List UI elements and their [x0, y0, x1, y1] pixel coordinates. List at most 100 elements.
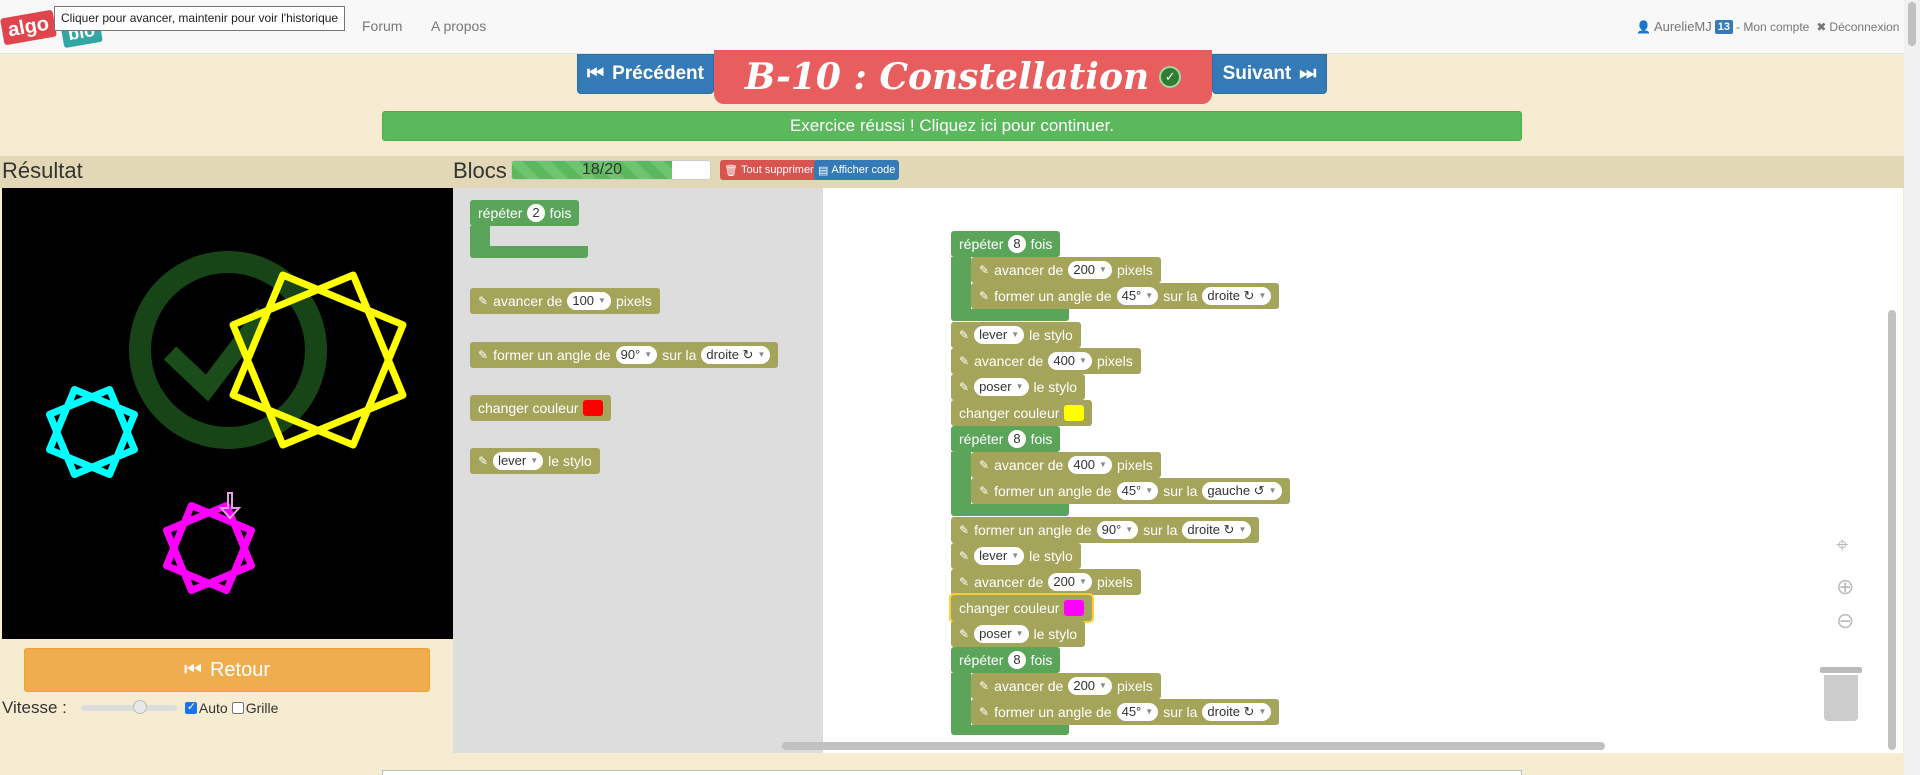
toolbox-advance-block[interactable]: ✎ avancer de 100 ▼ pixels — [470, 288, 660, 314]
advance-value[interactable]: 400 ▼ — [1068, 456, 1112, 474]
advance-value-text: 400 — [1073, 457, 1096, 472]
pen-icon: ✎ — [979, 289, 990, 303]
repeat-count[interactable]: 8 — [1008, 651, 1026, 669]
back-button[interactable]: ⏮ Retour — [24, 648, 430, 692]
chevron-down-icon: ▼ — [1268, 486, 1277, 495]
turn-direction[interactable]: gauche ↺ ▼ — [1202, 482, 1282, 500]
pen-dropdown[interactable]: lever ▼ — [974, 547, 1025, 565]
repeat-count[interactable]: 8 — [1008, 430, 1026, 448]
nav-forum[interactable]: Forum — [362, 18, 402, 34]
repeat-bottom — [470, 246, 588, 258]
advance-value[interactable]: 200 ▼ — [1068, 261, 1112, 279]
page-scrollbar-thumb[interactable] — [1908, 2, 1916, 46]
recenter-icon[interactable]: ⌖ — [1836, 532, 1848, 558]
workspace-advance-block[interactable]: ✎ avancer de 200 ▼ pixels — [971, 257, 1161, 283]
workspace-color-block[interactable]: changer couleur — [951, 400, 1093, 426]
turn-angle[interactable]: 45° ▼ — [1116, 703, 1159, 721]
turn-direction[interactable]: droite ↻ ▼ — [1202, 703, 1272, 721]
advance-value[interactable]: 400 ▼ — [1048, 352, 1092, 370]
advance-value-text: 200 — [1053, 574, 1076, 589]
turn-angle[interactable]: 45° ▼ — [1116, 482, 1159, 500]
chevron-down-icon: ▼ — [1099, 265, 1107, 274]
turn-angle[interactable]: 90° ▼ — [1096, 521, 1139, 539]
success-banner[interactable]: Exercice réussi ! Cliquez ici pour conti… — [382, 111, 1522, 141]
workspace-pen-block[interactable]: ✎ lever ▼ le stylo — [951, 322, 1081, 348]
repeat-count[interactable]: 2 — [527, 204, 545, 222]
workspace-horizontal-scrollbar[interactable] — [782, 742, 1605, 750]
logout-link[interactable]: Déconnexion — [1829, 20, 1899, 34]
chevron-down-icon: ▼ — [1011, 330, 1020, 339]
advance-value-text: 400 — [1053, 353, 1076, 368]
workspace-pen-block[interactable]: ✎ poser ▼ le stylo — [951, 621, 1086, 647]
turn-angle-text: 45° — [1121, 288, 1142, 303]
turn-direction-text: droite ↻ — [1207, 288, 1255, 303]
repeat-suffix: fois — [1030, 652, 1053, 668]
repeat-label: répéter — [478, 205, 523, 221]
username[interactable]: AurelieMJ — [1654, 19, 1712, 34]
pen-value: poser — [979, 379, 1012, 394]
pen-icon: ✎ — [979, 705, 990, 719]
workspace-advance-block[interactable]: ✎ avancer de 400 ▼ pixels — [971, 452, 1161, 478]
workspace-turn-block[interactable]: ✎ former un angle de 45° ▼ sur la droite … — [971, 283, 1280, 309]
turn-direction[interactable]: droite ↻ ▼ — [701, 346, 771, 364]
toolbox-turn-block[interactable]: ✎ former un angle de 90° ▼ sur la droite … — [470, 342, 779, 368]
turn-angle-text: 90° — [620, 347, 641, 362]
workspace-advance-block[interactable]: ✎ avancer de 200 ▼ pixels — [971, 673, 1161, 699]
chevron-down-icon: ▼ — [1258, 291, 1267, 300]
pen-dropdown[interactable]: poser ▼ — [974, 625, 1029, 643]
speed-slider-knob[interactable] — [132, 700, 147, 714]
speed-slider[interactable] — [80, 700, 177, 714]
repeat-side — [951, 257, 971, 309]
previous-button[interactable]: ⏮ Précédent — [577, 54, 714, 94]
workspace-color-block-selected[interactable]: changer couleur — [948, 593, 1095, 623]
account-link[interactable]: - Mon compte — [1736, 20, 1809, 34]
delete-all-button[interactable]: 🗑 Tout supprimer — [720, 160, 818, 180]
turn-direction[interactable]: droite ↻ ▼ — [1182, 521, 1252, 539]
drawing-canvas[interactable] — [2, 188, 453, 639]
next-button[interactable]: Suivant ⏭ — [1212, 54, 1327, 94]
turn-angle[interactable]: 90° ▼ — [615, 346, 658, 364]
zoom-out-icon[interactable]: ⊖ — [1836, 608, 1854, 634]
chevron-down-icon: ▼ — [1099, 460, 1107, 469]
zoom-in-icon[interactable]: ⊕ — [1836, 574, 1854, 600]
advance-value[interactable]: 100 ▼ — [567, 292, 611, 310]
toolbox-color-block[interactable]: changer couleur — [470, 395, 612, 421]
rewind-icon: ⏮ — [183, 658, 202, 681]
toolbox-pen-block[interactable]: ✎ lever ▼ le stylo — [470, 448, 600, 474]
pen-dropdown[interactable]: poser ▼ — [974, 378, 1029, 396]
chevron-down-icon: ▼ — [1015, 382, 1024, 391]
turn-mid: sur la — [662, 347, 697, 363]
repeat-side — [470, 226, 490, 246]
workspace-pen-block[interactable]: ✎ lever ▼ le stylo — [951, 543, 1081, 569]
workspace-turn-block[interactable]: ✎ former un angle de 45° ▼ sur la droite … — [971, 699, 1280, 725]
workspace-trash-icon[interactable] — [1820, 667, 1862, 721]
skip-back-icon: ⏮ — [587, 63, 605, 84]
advance-value[interactable]: 200 ▼ — [1068, 677, 1112, 695]
color-swatch[interactable] — [1064, 405, 1085, 421]
turn-direction[interactable]: droite ↻ ▼ — [1202, 287, 1272, 305]
color-swatch[interactable] — [583, 400, 604, 416]
turn-angle[interactable]: 45° ▼ — [1116, 287, 1159, 305]
auto-checkbox[interactable] — [184, 700, 197, 714]
pen-dropdown[interactable]: lever ▼ — [974, 326, 1025, 344]
workspace-pen-block[interactable]: ✎ poser ▼ le stylo — [951, 374, 1086, 400]
show-code-button[interactable]: ▤ Afficher code — [814, 160, 900, 180]
repeat-header: répéter 8 fois — [951, 231, 1061, 257]
workspace-turn-block[interactable]: ✎ former un angle de 45° ▼ sur la gauche … — [971, 478, 1290, 504]
color-swatch[interactable] — [1064, 600, 1085, 616]
chevron-down-icon: ▼ — [1145, 291, 1154, 300]
repeat-count[interactable]: 8 — [1008, 235, 1026, 253]
pen-label: le stylo — [548, 453, 592, 469]
nav-about[interactable]: A propos — [431, 18, 486, 34]
pen-icon: ✎ — [959, 523, 970, 537]
advance-label: avancer de — [994, 262, 1064, 278]
workspace-vertical-scrollbar[interactable] — [1888, 310, 1896, 750]
grid-checkbox[interactable] — [231, 702, 244, 714]
pen-dropdown[interactable]: lever ▼ — [493, 452, 544, 470]
page-scrollbar[interactable] — [1904, 0, 1920, 775]
advance-value[interactable]: 200 ▼ — [1048, 573, 1092, 591]
workspace-advance-block[interactable]: ✎ avancer de 200 ▼ pixels — [951, 569, 1141, 595]
workspace-advance-block[interactable]: ✎ avancer de 400 ▼ pixels — [951, 348, 1141, 374]
block-workspace[interactable]: répéter 8 fois ✎ avancer de 200 ▼ pixels … — [823, 188, 1903, 753]
workspace-turn-block[interactable]: ✎ former un angle de 90° ▼ sur la droite … — [951, 517, 1260, 543]
